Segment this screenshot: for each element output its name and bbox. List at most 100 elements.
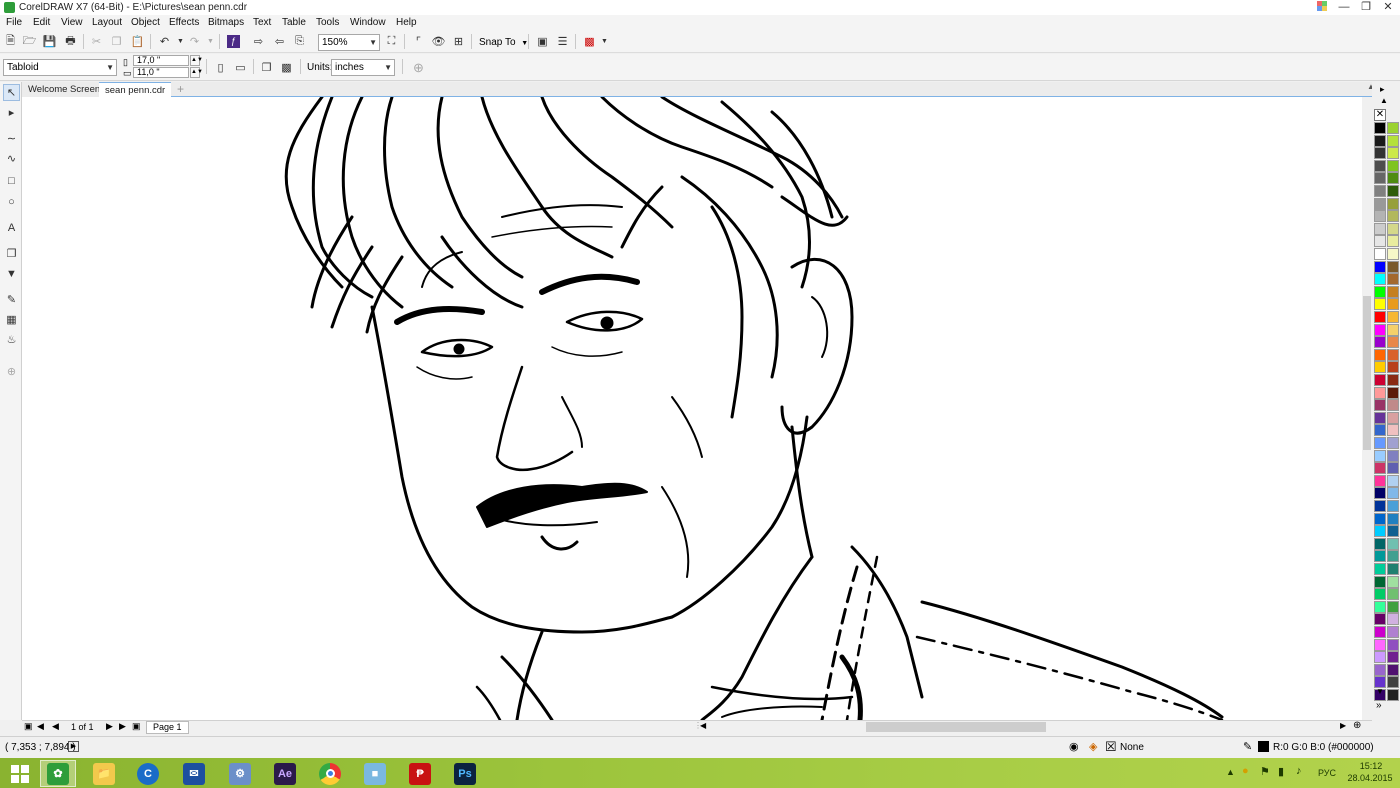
color-swatch[interactable] [1387,298,1399,311]
width-spinner[interactable]: ▲▼ [190,55,203,66]
color-swatch[interactable] [1374,487,1386,500]
color-swatch[interactable] [1387,235,1399,248]
horizontal-scroll-thumb[interactable] [866,722,1046,732]
color-swatch[interactable] [1387,273,1399,286]
color-swatch[interactable] [1374,361,1386,374]
rectangle-tool-icon[interactable]: □ [3,173,20,190]
tab-welcome-screen[interactable]: Welcome Screen [22,82,107,97]
menu-file[interactable]: File [6,17,22,28]
acrobat-icon[interactable]: ₱ [402,760,438,787]
color-swatch[interactable] [1387,348,1399,361]
search-content-icon[interactable]: ƒ [225,33,242,50]
color-swatch[interactable] [1374,474,1386,487]
freehand-tool-icon[interactable]: ∼ [3,131,20,148]
color-swatch[interactable] [1387,638,1399,651]
no-color-swatch[interactable]: ✕ [1374,109,1386,121]
color-swatch[interactable] [1387,222,1399,235]
chrome-icon[interactable] [312,760,348,787]
flag-icon[interactable]: ⚑ [1260,765,1270,778]
scroll-left-icon[interactable]: ◀ [700,721,706,730]
color-swatch[interactable] [1374,134,1386,147]
color-swatch[interactable] [1387,172,1399,185]
clock-time[interactable]: 15:12 [1351,761,1391,771]
page-layout-icon[interactable]: ▣ [24,721,33,732]
color-swatch[interactable] [1387,651,1399,664]
color-swatch[interactable] [1374,260,1386,273]
tray-app-icon[interactable]: ● [1242,765,1249,777]
color-swatch[interactable] [1374,588,1386,601]
color-swatch[interactable] [1374,298,1386,311]
color-swatch[interactable] [1387,411,1399,424]
color-swatch[interactable] [1374,575,1386,588]
page-height-field[interactable]: 11,0 " [133,67,189,78]
paste-icon[interactable]: 📋 [129,33,146,50]
export-icon[interactable]: ⇦ [271,33,288,50]
color-swatch[interactable] [1374,500,1386,512]
color-swatch[interactable] [1374,273,1386,286]
redo-dropdown-icon[interactable]: ▼ [202,33,219,50]
redo-icon[interactable]: ↷ [186,33,203,50]
color-swatch[interactable] [1387,336,1399,349]
pick-tool-icon[interactable]: ↖ [3,84,20,101]
menu-text[interactable]: Text [253,17,271,28]
full-screen-preview-icon[interactable]: ⛶ [383,33,400,50]
menu-tools[interactable]: Tools [316,17,339,28]
options-icon[interactable]: ☰ [554,33,571,50]
new-document-icon[interactable]: 🗎 [2,33,19,50]
tray-expand-icon[interactable]: ▲ [1226,767,1235,777]
color-swatch[interactable] [1387,462,1399,475]
add-icon[interactable]: ⊕ [410,59,427,76]
show-guidelines-icon[interactable]: ⊞ [450,33,467,50]
clock-date[interactable]: 28.04.2015 [1343,773,1397,783]
color-swatch[interactable] [1387,285,1399,298]
units-select[interactable]: inches ▼ [331,59,395,76]
eyedropper-icon[interactable]: ✎ [3,292,20,309]
color-swatch[interactable] [1374,600,1386,613]
new-tab-icon[interactable]: + [177,82,184,96]
color-swatch[interactable] [1374,374,1386,386]
color-swatch[interactable] [1387,374,1399,386]
color-swatch[interactable] [1374,172,1386,185]
color-swatch[interactable] [1374,222,1386,235]
copy-icon[interactable]: ❐ [108,33,125,50]
color-swatch[interactable] [1387,260,1399,273]
color-swatch[interactable] [1374,399,1386,412]
ellipse-tool-icon[interactable]: ○ [3,194,20,211]
color-swatch[interactable] [1374,663,1386,676]
color-swatch[interactable] [1374,185,1386,197]
coreldraw-taskbar-icon[interactable]: ✿ [40,760,76,787]
color-swatch[interactable] [1374,348,1386,361]
color-swatch[interactable] [1374,235,1386,248]
color-swatch[interactable] [1374,613,1386,626]
color-swatch[interactable] [1387,323,1399,336]
color-swatch[interactable] [1387,185,1399,197]
previous-page-icon[interactable]: ◀ [52,721,59,732]
drawing-canvas[interactable] [22,97,1362,720]
input-language[interactable]: РУС [1318,768,1336,778]
color-swatch[interactable] [1387,537,1399,550]
smart-fill-icon[interactable]: ♨ [3,332,20,349]
color-swatch[interactable] [1387,663,1399,676]
ccleaner-icon[interactable]: C [130,760,166,787]
last-page-icon[interactable]: ▶ [119,721,126,732]
menu-layout[interactable]: Layout [92,17,122,28]
control-panel-icon[interactable]: ⚙ [222,760,258,787]
color-swatch[interactable] [1387,588,1399,601]
color-swatch[interactable] [1374,311,1386,323]
color-swatch[interactable] [1387,676,1399,689]
color-swatch[interactable] [1374,563,1386,575]
close-icon[interactable]: ✕ [1374,0,1400,15]
color-swatch[interactable] [1387,197,1399,210]
transparency-icon[interactable]: ▼ [3,266,20,283]
color-swatch[interactable] [1387,563,1399,575]
page-tab[interactable]: Page 1 [146,721,189,734]
undo-icon[interactable]: ↶ [156,33,173,50]
height-spinner[interactable]: ▲▼ [190,67,203,78]
outline-pen-icon[interactable]: ✎ [1243,740,1252,753]
color-swatch[interactable] [1387,159,1399,172]
color-swatch[interactable] [1387,248,1399,260]
color-swatch[interactable] [1374,159,1386,172]
color-swatch[interactable] [1387,575,1399,588]
print-icon[interactable]: 🖶 [62,33,79,50]
color-swatch[interactable] [1387,689,1399,701]
